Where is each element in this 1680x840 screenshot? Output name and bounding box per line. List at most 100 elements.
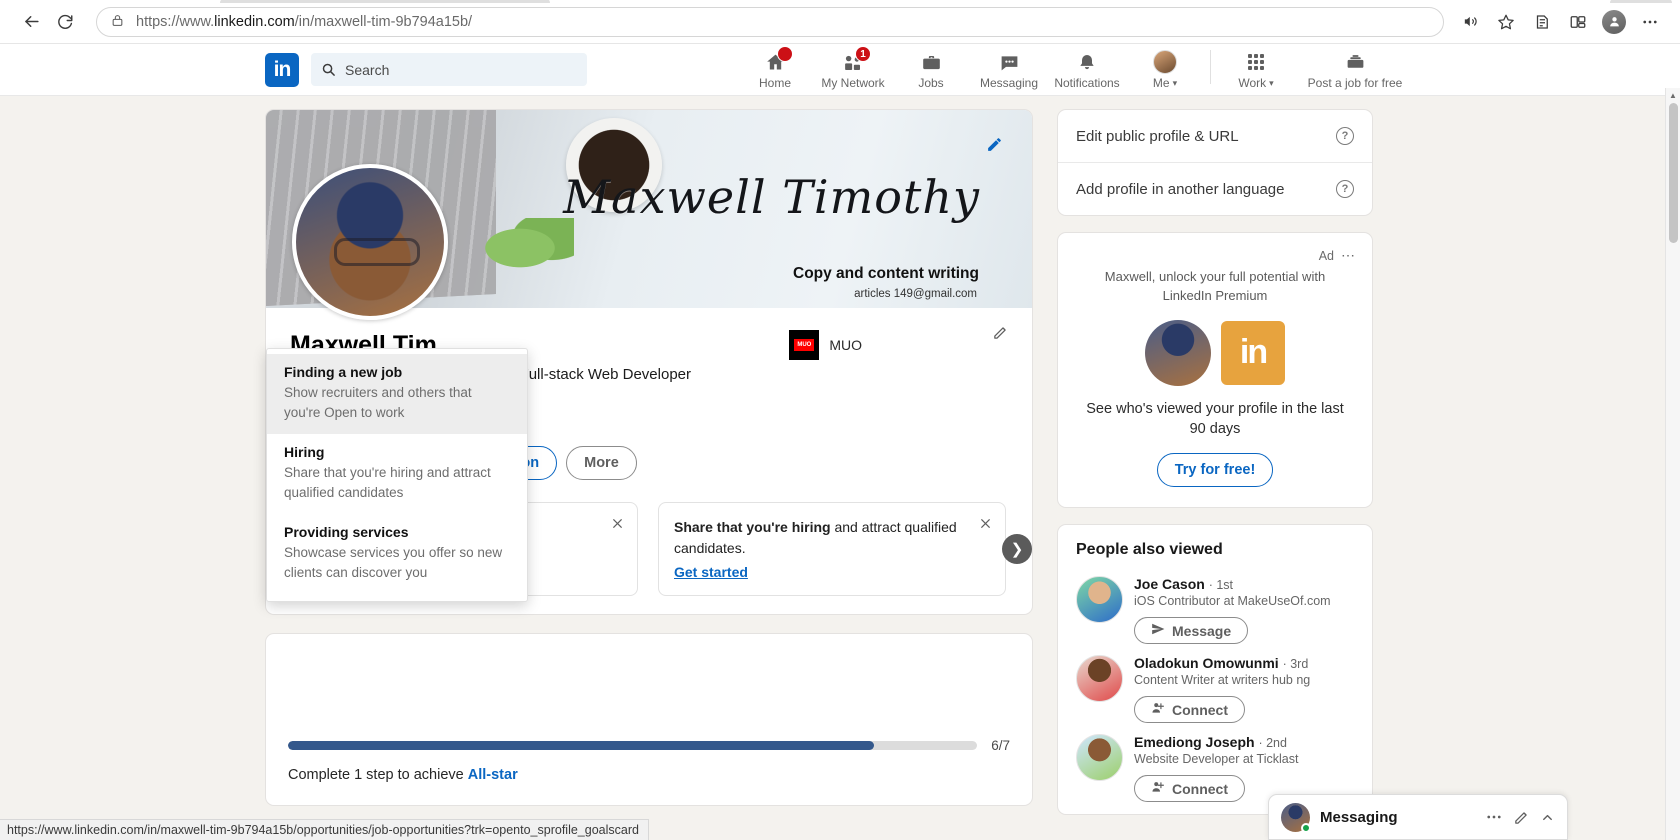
person-add-icon	[1151, 780, 1165, 797]
progress-caption: Complete 1 step to achieve All-star	[288, 767, 1010, 783]
ad-header: Ad ⋯	[1074, 247, 1356, 264]
messaging-widget[interactable]: Messaging	[1268, 794, 1568, 840]
person-name[interactable]: Emediong Joseph · 2nd	[1134, 734, 1354, 750]
nav-item-notifications[interactable]: Notifications	[1048, 46, 1126, 90]
nav-item-me[interactable]: Me	[1126, 46, 1204, 90]
nav-item-work[interactable]: Work	[1217, 46, 1295, 90]
close-x-icon[interactable]	[976, 514, 994, 532]
nav-item-label: Notifications	[1054, 76, 1120, 90]
connect-button[interactable]: Connect	[1134, 696, 1245, 724]
pencil-edit-icon[interactable]	[978, 128, 1010, 160]
button-label: Connect	[1172, 780, 1228, 797]
online-status-indicator	[1301, 822, 1311, 833]
profile-page: Maxwell Timothy Copy and content writing…	[265, 96, 1415, 831]
back-arrow-icon[interactable]	[14, 5, 48, 39]
lock-icon	[111, 13, 124, 31]
connect-button[interactable]: Connect	[1134, 775, 1245, 803]
nav-item-jobs[interactable]: Jobs	[892, 46, 970, 90]
linkedin-logo[interactable]: in	[265, 52, 299, 87]
reload-icon[interactable]	[48, 5, 82, 39]
nav-divider	[1210, 50, 1211, 84]
promo-card-text: Share that you're hiring and attract qua…	[674, 517, 990, 559]
linkedin-global-nav: in Home 1	[0, 44, 1680, 96]
edit-public-profile-link[interactable]: Edit public profile & URL ?	[1058, 110, 1372, 162]
address-bar[interactable]: https://www.linkedin.com/in/maxwell-tim-…	[96, 6, 1444, 37]
person-name-text: Emediong Joseph	[1134, 734, 1255, 751]
browser-tab-stub[interactable]	[220, 0, 550, 3]
me-avatar-icon	[1153, 50, 1177, 74]
nav-item-post-a-job[interactable]: Post a job for free	[1295, 46, 1415, 90]
profile-links-card: Edit public profile & URL ? Add profile …	[1057, 109, 1373, 216]
current-company[interactable]: MUO MUO	[789, 330, 862, 360]
ad-headline: Maxwell, unlock your full potential with…	[1104, 269, 1326, 303]
star-icon[interactable]	[1490, 6, 1522, 38]
avatar	[1281, 802, 1311, 833]
avatar[interactable]	[1076, 576, 1123, 624]
person-subtitle: Website Developer at Ticklast	[1134, 752, 1299, 767]
try-for-free-button[interactable]: Try for free!	[1156, 453, 1274, 488]
global-nav-items: Home 1 My Network Jobs Messaging Notific…	[736, 44, 1415, 95]
address-bar-url: https://www.linkedin.com/in/maxwell-tim-…	[136, 13, 473, 30]
get-started-link[interactable]: Get started	[674, 564, 748, 580]
cover-signature-text: Maxwell Timothy	[563, 170, 980, 224]
browser-tab-stub-secondary[interactable]	[1610, 0, 1672, 3]
menu-item-title: Finding a new job	[284, 364, 403, 380]
add-profile-language-link[interactable]: Add profile in another language ?	[1058, 162, 1372, 215]
my-network-icon: 1	[842, 46, 871, 74]
cover-subtitle: Copy and content writing	[793, 265, 979, 282]
browser-profile-icon[interactable]	[1598, 6, 1630, 38]
avatar[interactable]	[292, 164, 448, 320]
message-button[interactable]: Message	[1134, 617, 1249, 645]
list-item[interactable]: Oladokun Omowunmi · 3rd Content Writer a…	[1076, 646, 1354, 725]
nav-item-label: Home	[758, 76, 791, 90]
status-bar-url: https://www.linkedin.com/in/maxwell-tim-…	[0, 819, 649, 840]
list-item[interactable]: Emediong Joseph · 2nd Website Developer …	[1076, 725, 1354, 804]
post-job-icon	[1345, 50, 1366, 74]
list-item[interactable]: Joe Cason · 1st iOS Contributor at MakeU…	[1076, 567, 1354, 646]
person-degree: · 1st	[1208, 578, 1234, 593]
chevron-up-icon[interactable]	[1540, 810, 1555, 825]
avatar[interactable]	[1076, 734, 1123, 782]
nav-item-label: Me	[1153, 76, 1177, 90]
person-name[interactable]: Joe Cason · 1st	[1134, 576, 1354, 592]
help-question-icon[interactable]: ?	[1336, 180, 1354, 198]
scroll-up-arrow-icon[interactable]: ▲	[1666, 88, 1680, 103]
ad-images: in	[1074, 319, 1356, 386]
chevron-right-icon[interactable]: ❯	[1002, 534, 1032, 564]
person-name[interactable]: Oladokun Omowunmi · 3rd	[1134, 655, 1354, 671]
avatar[interactable]	[1076, 655, 1123, 703]
help-question-icon[interactable]: ?	[1336, 127, 1354, 145]
profile-strength-card: 6/7 Complete 1 step to achieve All-star	[265, 633, 1033, 806]
menu-item-description: Show recruiters and others that you're O…	[284, 385, 472, 420]
close-x-icon[interactable]	[608, 514, 626, 532]
search-input[interactable]	[311, 53, 587, 86]
more-options-icon[interactable]: ⋯	[1341, 247, 1356, 264]
person-degree: · 3rd	[1282, 657, 1309, 672]
collections-icon[interactable]	[1526, 6, 1558, 38]
open-to-item-hiring[interactable]: Hiring Share that you're hiring and attr…	[267, 434, 527, 514]
open-to-item-finding-a-new-job[interactable]: Finding a new job Show recruiters and ot…	[267, 354, 527, 435]
more-options-icon[interactable]	[1485, 808, 1503, 826]
progress-caption-prefix: Complete 1 step to achieve	[288, 767, 468, 783]
read-aloud-icon[interactable]	[1454, 6, 1486, 38]
compose-message-icon[interactable]	[1513, 809, 1530, 826]
nav-item-label: Messaging	[979, 76, 1039, 90]
menu-item-description: Share that you're hiring and attract qua…	[284, 465, 491, 500]
nav-item-messaging[interactable]: Messaging	[970, 46, 1048, 90]
open-to-item-providing-services[interactable]: Providing services Showcase services you…	[267, 514, 527, 594]
browser-essentials-icon[interactable]	[1562, 6, 1594, 38]
progress-caption-highlight[interactable]: All-star	[468, 767, 518, 783]
nav-item-my-network[interactable]: 1 My Network	[814, 46, 892, 90]
ad-subtext: See who's viewed your profile in the las…	[1086, 400, 1344, 437]
settings-more-icon[interactable]	[1634, 6, 1666, 38]
my-network-badge: 1	[855, 46, 871, 62]
scrollbar-thumb[interactable]	[1669, 103, 1678, 243]
promo-card-hiring[interactable]: Share that you're hiring and attract qua…	[658, 502, 1006, 596]
more-button[interactable]: More	[566, 446, 637, 480]
progress-count: 6/7	[991, 738, 1010, 753]
page-scrollbar[interactable]: ▲ ▼	[1665, 88, 1680, 840]
search-field[interactable]	[345, 61, 577, 78]
nav-item-home[interactable]: Home	[736, 46, 814, 90]
button-label: Message	[1172, 622, 1232, 639]
browser-toolbar-actions	[1454, 6, 1666, 38]
